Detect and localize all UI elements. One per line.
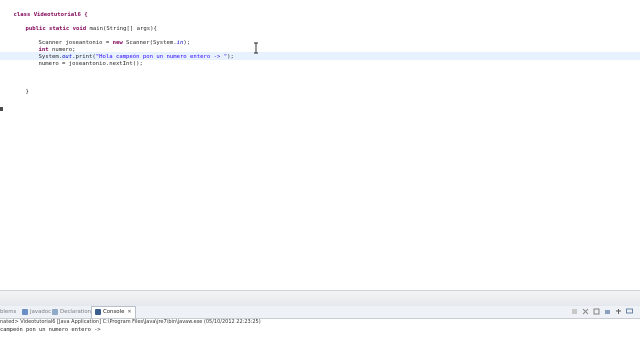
pin-console-icon[interactable] (615, 308, 622, 315)
code-text: numero = joseantonio.nextInt(); (38, 61, 143, 67)
tab-problems[interactable]: blems (0, 307, 16, 317)
line-marker (0, 107, 3, 111)
display-console-icon[interactable] (626, 308, 633, 315)
tab-console[interactable]: Console ✕ (91, 306, 136, 318)
code-text: } (25, 89, 29, 95)
tab-javadoc[interactable]: Javadoc (22, 307, 51, 317)
scroll-lock-icon[interactable] (604, 308, 611, 315)
tab-label: Console (103, 309, 125, 315)
code-line-class-decl[interactable]: class Videotutorial6 { (0, 3, 87, 18)
console-process-label: nated> Videotutorial6 [Java Application]… (0, 319, 261, 325)
tab-label: blems (0, 309, 17, 315)
close-icon[interactable]: ✕ (127, 309, 131, 315)
tab-label: Declaration (60, 309, 92, 315)
code-line-main-decl[interactable]: public static void main(String[] args){ (12, 17, 156, 32)
clear-console-icon[interactable] (593, 308, 600, 315)
tab-declaration[interactable]: Declaration (52, 307, 91, 317)
code-editor[interactable]: class Videotutorial6 { public static voi… (0, 0, 640, 290)
console-view[interactable]: nated> Videotutorial6 [Java Application]… (0, 319, 640, 360)
code-line-close-brace[interactable]: } (12, 80, 28, 95)
tab-label: Javadoc (30, 309, 52, 315)
terminate-icon[interactable] (571, 308, 578, 315)
console-icon (95, 308, 101, 315)
bottom-panel-tabbar: blems Javadoc Declaration Console ✕ (0, 306, 640, 319)
code-text: ); (227, 54, 234, 60)
declaration-icon (52, 308, 58, 315)
ibeam-cursor-icon (254, 42, 258, 54)
javadoc-icon (22, 308, 28, 315)
code-line-nextint[interactable]: numero = joseantonio.nextInt(); (25, 52, 142, 67)
remove-launch-icon[interactable] (582, 308, 589, 315)
console-output[interactable]: campeón pon un numero entero -> (0, 327, 101, 334)
